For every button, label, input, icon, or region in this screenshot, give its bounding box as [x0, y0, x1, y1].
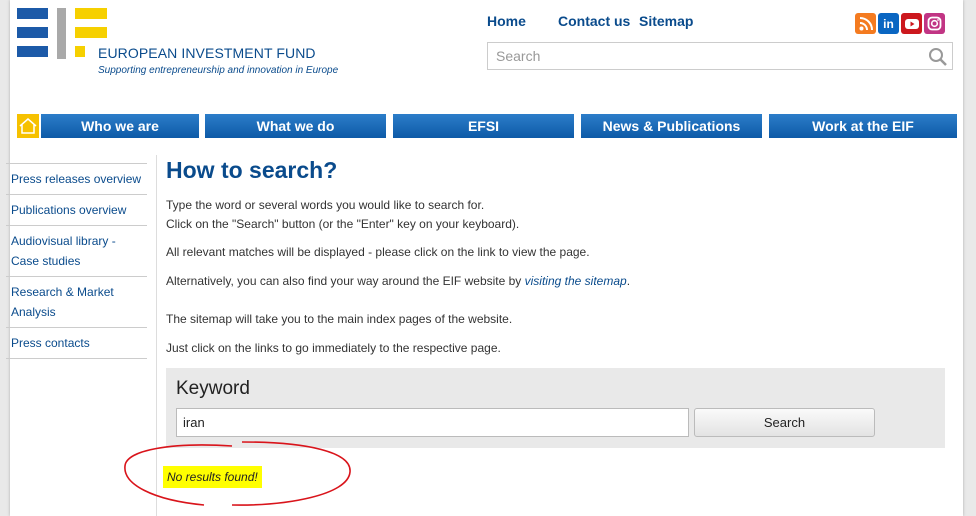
search-icon[interactable]	[928, 47, 948, 67]
brand-name: EUROPEAN INVESTMENT FUND	[98, 45, 316, 61]
main-nav: Who we are What we do EFSI News & Public…	[17, 114, 957, 138]
sidebar-item-press-contacts[interactable]: Press contacts	[6, 327, 147, 359]
sitemap-info: The sitemap will take you to the main in…	[166, 312, 513, 326]
nav-news-publications[interactable]: News & Publications	[581, 114, 762, 138]
rss-icon[interactable]	[855, 13, 876, 34]
instruction-line-1: Type the word or several words you would…	[166, 198, 485, 212]
sidebar-item-audiovisual[interactable]: Audiovisual library - Case studies	[6, 225, 147, 276]
sidebar-item-publications[interactable]: Publications overview	[6, 194, 147, 225]
sidebar-item-research[interactable]: Research & Market Analysis	[6, 276, 147, 327]
keyword-label: Keyword	[176, 378, 250, 399]
social-links: in	[855, 13, 945, 34]
page-title: How to search?	[166, 157, 338, 183]
home-link[interactable]: Home	[487, 13, 526, 29]
keyword-input[interactable]	[176, 408, 689, 437]
sitemap-text-prefix: Alternatively, you can also find your wa…	[166, 274, 525, 288]
sitemap-link-inline[interactable]: visiting the sitemap	[525, 274, 627, 288]
search-button[interactable]: Search	[694, 408, 875, 437]
no-results-message: No results found!	[163, 466, 262, 488]
nav-work-at-eif[interactable]: Work at the EIF	[769, 114, 957, 138]
instagram-icon[interactable]	[924, 13, 945, 34]
nav-what-we-do[interactable]: What we do	[205, 114, 386, 138]
linkedin-icon[interactable]: in	[878, 13, 899, 34]
sidebar: Press releases overview Publications ove…	[6, 163, 147, 359]
sitemap-link[interactable]: Sitemap	[639, 13, 693, 29]
nav-who-we-are[interactable]: Who we are	[41, 114, 199, 138]
sitemap-paragraph: Alternatively, you can also find your wa…	[166, 272, 630, 291]
site-search-box	[487, 42, 953, 70]
brand-tagline: Supporting entrepreneurship and innovati…	[98, 65, 339, 76]
youtube-icon[interactable]	[901, 13, 922, 34]
sitemap-text-suffix: .	[626, 274, 631, 288]
sidebar-divider	[156, 155, 157, 516]
sidebar-item-press-releases[interactable]: Press releases overview	[6, 163, 147, 194]
site-search-input[interactable]	[488, 43, 934, 69]
instruction-line-2: Click on the "Search" button (or the "En…	[166, 217, 520, 231]
keyword-search-panel: Keyword Search	[166, 368, 945, 448]
home-nav-button[interactable]	[17, 114, 39, 138]
contact-link[interactable]: Contact us	[558, 13, 630, 29]
sitemap-instruction: Just click on the links to go immediatel…	[166, 341, 501, 355]
instruction-line-3: All relevant matches will be displayed -…	[166, 245, 590, 259]
home-icon	[19, 118, 37, 134]
nav-efsi[interactable]: EFSI	[393, 114, 574, 138]
